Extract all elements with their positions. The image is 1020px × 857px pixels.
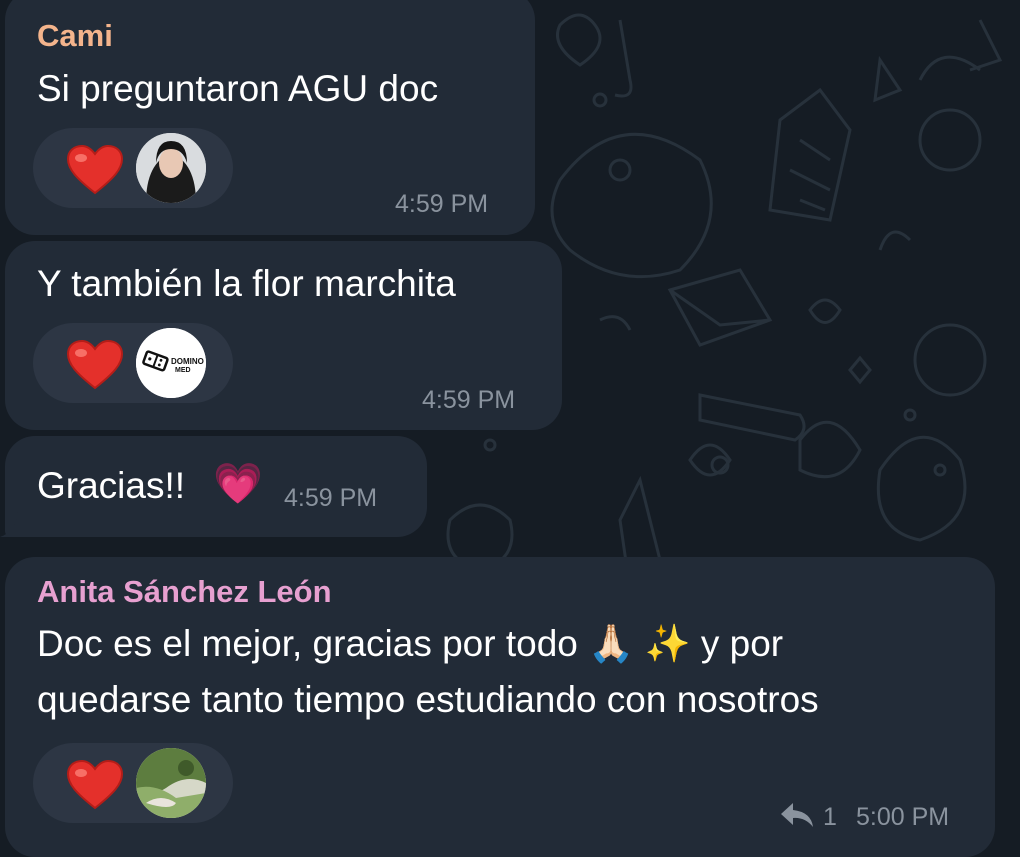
logo-text-domino: DOMINO [171,357,204,366]
domino-med-logo-avatar[interactable]: DOMINO MED [136,328,206,398]
message-time: 5:00 PM [856,803,950,831]
message-bubble[interactable]: Cami Si preguntaron AGU doc 4:59 PM [5,0,535,235]
reaction-pill[interactable]: DOMINO MED [33,323,233,403]
message-text: Y también la flor marchita [37,263,456,304]
message-text-part: y por [700,623,784,664]
emoji-folded-hands: 🙏🏻 [588,623,635,664]
reply-icon[interactable] [779,801,815,829]
heart-icon [66,340,124,390]
bubble-tail [0,512,30,537]
message-time: 4:59 PM [422,386,516,414]
sender-name[interactable]: Cami [37,18,113,54]
logo-text-med: MED [175,367,191,374]
landscape-photo-avatar[interactable] [136,748,206,818]
user-photo-avatar[interactable] [136,133,206,203]
message-bubble[interactable]: Anita Sánchez León Doc es el mejor, grac… [5,557,995,857]
message-time: 4:59 PM [395,190,489,218]
message-bubble[interactable]: Gracias!! 💗 4:59 PM [5,436,427,537]
heart-icon [66,145,124,195]
reaction-pill[interactable] [33,128,233,208]
message-text: Gracias!! [37,465,186,506]
heart-icon [66,760,124,810]
emoji-sparkles: ✨ [644,623,691,664]
message-text-line2: quedarse tanto tiempo estudiando con nos… [37,679,819,720]
message-bubble[interactable]: Y también la flor marchita DOMINO MED 4:… [5,241,562,430]
message-text-line1: Doc es el mejor, gracias por todo 🙏🏻 ✨ y… [37,617,783,671]
sender-name[interactable]: Anita Sánchez León [37,574,332,610]
message-text-part: Doc es el mejor, gracias por todo [37,623,578,664]
reply-count[interactable]: 1 [823,803,837,832]
message-emoji: 💗 [213,462,263,506]
message-time: 4:59 PM [284,484,378,512]
reaction-pill[interactable] [33,743,233,823]
message-text: Si preguntaron AGU doc [37,68,439,109]
